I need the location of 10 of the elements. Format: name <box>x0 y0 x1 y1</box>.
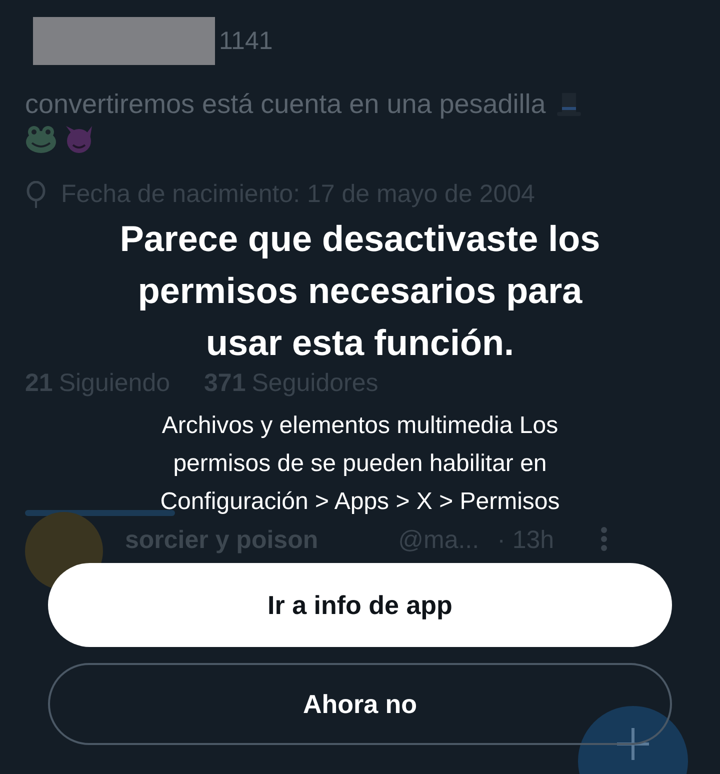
more-icon[interactable] <box>600 526 608 552</box>
frog-icon <box>25 124 57 154</box>
app-info-button[interactable]: Ir a info de app <box>48 563 672 647</box>
profile-bio: convertiremos está cuenta en una pesadilla <box>25 89 546 120</box>
devil-icon <box>63 124 95 154</box>
dismiss-button[interactable]: Ahora no <box>48 663 672 745</box>
profile-handle: 1141 <box>219 26 273 56</box>
dialog-title: Parece que desactivaste los permisos necesarios para usar esta función. <box>118 217 602 365</box>
balloon-icon <box>25 180 47 208</box>
dialog-message: Archivos y elementos multimedia Los permisos de se pueden habilitar en Configuración > Apps > X > Permisos <box>159 411 561 517</box>
